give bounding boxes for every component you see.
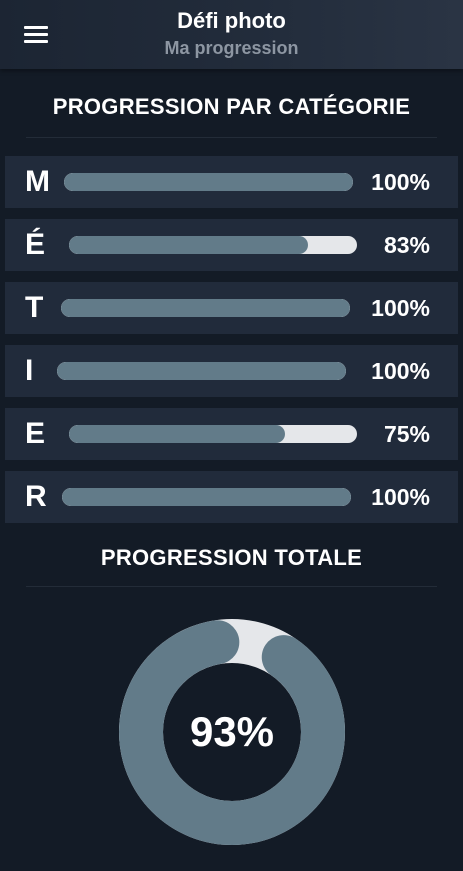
category-percent: 83% xyxy=(383,232,430,258)
category-percent: 100% xyxy=(371,484,430,510)
app-subtitle: Ma progression xyxy=(164,38,299,58)
category-row-r: R 100% xyxy=(5,471,458,523)
category-progress-bar xyxy=(62,488,351,506)
category-percent: 75% xyxy=(383,421,430,447)
category-letter: T xyxy=(25,291,44,324)
total-percent: 93% xyxy=(189,708,275,755)
divider xyxy=(26,586,437,587)
category-progress-fill xyxy=(64,173,353,191)
category-progress-fill xyxy=(69,236,309,254)
category-progress-fill xyxy=(69,425,285,443)
category-letter: R xyxy=(25,480,47,513)
category-progress-fill xyxy=(57,362,346,380)
category-percent: 100% xyxy=(371,295,430,321)
category-progress-fill xyxy=(62,488,351,506)
category-progress-bar xyxy=(57,362,346,380)
category-percent: 100% xyxy=(371,169,430,195)
category-row-t: T 100% xyxy=(5,282,458,334)
total-progress-donut: 93% xyxy=(119,619,345,845)
category-progress-title: PROGRESSION PAR CATÉGORIE xyxy=(52,94,411,119)
category-letter: E xyxy=(25,417,46,450)
category-percent: 100% xyxy=(371,358,430,384)
category-row-m: M 100% xyxy=(5,156,458,208)
category-letter: É xyxy=(25,228,46,261)
category-progress-bar xyxy=(69,425,357,443)
divider xyxy=(26,137,437,138)
category-row-e: E 75% xyxy=(5,408,458,460)
total-progress-title: PROGRESSION TOTALE xyxy=(100,545,363,570)
category-progress-bar xyxy=(69,236,357,254)
category-letter: M xyxy=(25,165,50,198)
category-progress-bar xyxy=(64,173,353,191)
app-title: Défi photo xyxy=(177,8,286,33)
category-progress-fill xyxy=(61,299,350,317)
app-bar: Défi photo Ma progression xyxy=(0,0,463,69)
category-progress-bar xyxy=(61,299,350,317)
category-row-i: I 100% xyxy=(5,345,458,397)
category-row-e-acute: É 83% xyxy=(5,219,458,271)
